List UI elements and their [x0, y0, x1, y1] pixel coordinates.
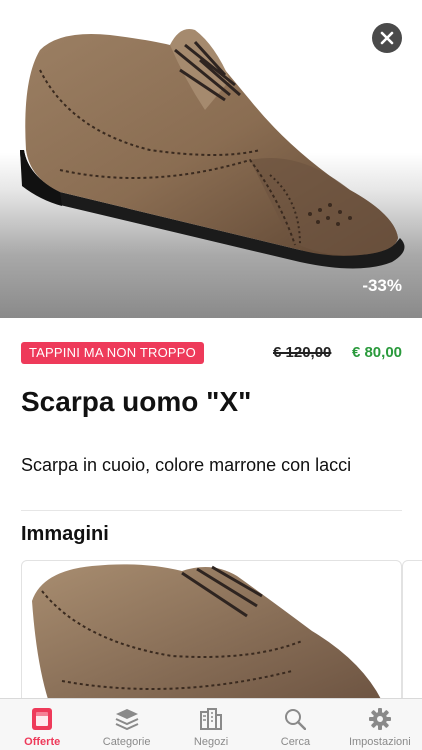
shoe-thumbnail — [32, 564, 382, 700]
tab-label: Offerte — [24, 736, 61, 748]
price-row: TAPPINI MA NON TROPPO € 120,00 € 80,00 — [21, 342, 402, 364]
offers-icon — [29, 707, 55, 731]
tab-label: Cerca — [280, 736, 311, 748]
tab-cerca[interactable]: Cerca — [253, 699, 337, 750]
divider — [21, 510, 402, 511]
search-icon — [282, 707, 308, 731]
product-hero-image: -33% — [0, 0, 422, 318]
images-section-title: Immagini — [21, 523, 109, 545]
tab-categorie[interactable]: Categorie — [84, 699, 168, 750]
tab-label: Negozi — [193, 736, 229, 748]
discount-label: -33% — [362, 276, 402, 295]
tab-offerte[interactable]: Offerte — [0, 699, 84, 750]
close-icon — [380, 31, 394, 45]
tab-bar: Offerte Categorie Negozi Cerca Impostazi… — [0, 698, 422, 750]
categories-icon — [114, 707, 140, 731]
product-description: Scarpa in cuoio, colore marrone con lacc… — [21, 455, 352, 475]
gallery-image-next[interactable] — [402, 560, 422, 700]
tab-label: Categorie — [102, 736, 151, 748]
store-badge[interactable]: TAPPINI MA NON TROPPO — [21, 342, 204, 364]
tab-negozi[interactable]: Negozi — [169, 699, 253, 750]
shoe-image — [20, 29, 405, 269]
gallery-image[interactable] — [21, 560, 402, 700]
images-gallery[interactable] — [21, 560, 422, 700]
old-price: € 120,00 — [273, 344, 332, 361]
stores-icon — [198, 707, 224, 731]
product-title: Scarpa uomo "X" — [21, 386, 252, 417]
tab-impostazioni[interactable]: Impostazioni — [338, 699, 422, 750]
gear-icon — [367, 707, 393, 731]
close-button[interactable] — [372, 23, 402, 53]
new-price: € 80,00 — [351, 344, 402, 361]
tab-label: Impostazioni — [348, 736, 411, 748]
